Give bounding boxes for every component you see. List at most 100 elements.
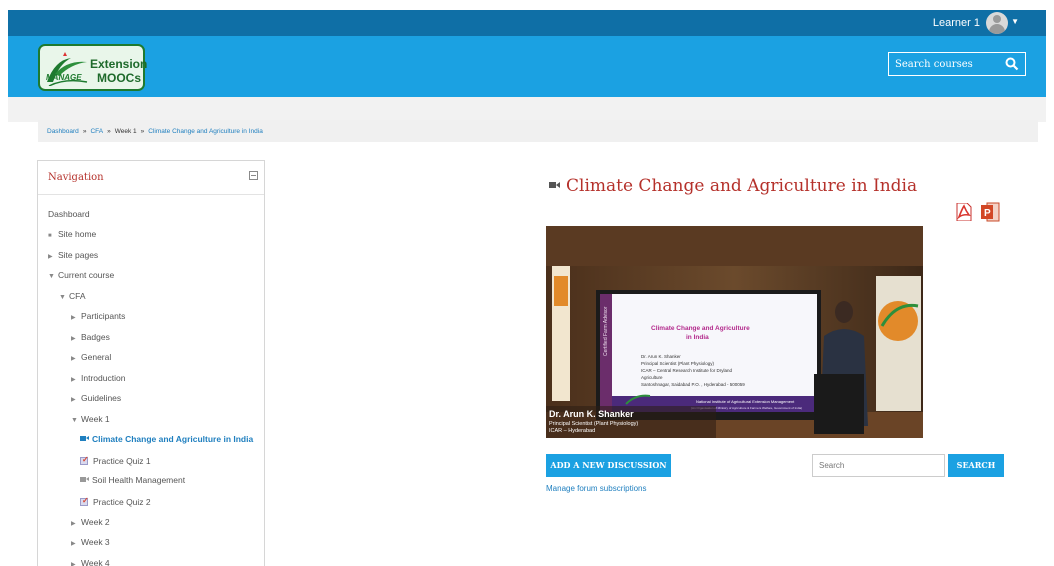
slide-footer-line1: National Institute of Agricultural Exten… xyxy=(696,399,795,404)
dock-block-icon[interactable] xyxy=(249,171,258,180)
course-search-input[interactable] xyxy=(889,53,999,75)
nav-item-week2[interactable]: ▶ Week 2 xyxy=(71,517,110,527)
nav-item-label: Participants xyxy=(81,311,126,321)
chevron-right-icon: ▶ xyxy=(71,562,76,566)
slide-body-line: Principal Scientist (Plant Physiology) xyxy=(641,361,715,366)
nav-item-dashboard[interactable]: Dashboard xyxy=(48,209,90,219)
nav-item-label: Guidelines xyxy=(81,393,122,403)
chevron-right-icon: ▶ xyxy=(71,315,76,321)
svg-text:P: P xyxy=(984,208,991,219)
banner-right xyxy=(876,276,921,411)
forum-search-input[interactable] xyxy=(812,454,945,477)
breadcrumb-separator: » xyxy=(82,128,87,135)
nav-item-label: Badges xyxy=(81,332,110,342)
chevron-right-icon: ▶ xyxy=(71,541,76,547)
nav-item-week1[interactable]: ▼ Week 1 xyxy=(71,414,110,424)
nav-item-label: CFA xyxy=(69,291,86,301)
lecture-video[interactable]: Certified Farm Advisor Climate Change an… xyxy=(546,226,923,438)
nav-item-practice-quiz-1[interactable]: ✓ Practice Quiz 1 xyxy=(80,455,151,466)
nav-item-site-home[interactable]: ■ Site home xyxy=(48,229,96,239)
nav-item-label: Week 1 xyxy=(81,414,110,424)
nav-item-week3[interactable]: ▶ Week 3 xyxy=(71,537,110,547)
nav-item-introduction[interactable]: ▶ Introduction xyxy=(71,373,125,383)
manage-subscriptions-link[interactable]: Manage forum subscriptions xyxy=(546,484,647,493)
nav-item-label: Week 4 xyxy=(81,558,110,566)
chevron-down-icon: ▼ xyxy=(48,273,55,280)
logo-wordmark: MANAGE xyxy=(46,73,82,82)
lower-third-line2: Principal Scientist (Plant Physiology) xyxy=(549,421,638,427)
nav-item-label: Dashboard xyxy=(48,209,90,219)
top-strip xyxy=(0,0,1054,10)
breadcrumb-item-current[interactable]: Climate Change and Agriculture in India xyxy=(148,128,263,135)
user-name[interactable]: Learner 1 xyxy=(933,17,980,29)
video-icon xyxy=(549,182,560,188)
slide-body-line: Dr. Arun K. Shanker xyxy=(641,354,681,359)
nav-item-label: Practice Quiz 2 xyxy=(93,497,151,507)
logo-text-moocs: MOOCs xyxy=(97,71,142,85)
site-logo[interactable]: Extension MOOCs MANAGE xyxy=(38,44,147,91)
breadcrumb-separator: » xyxy=(107,128,111,135)
search-icon[interactable] xyxy=(1005,57,1019,71)
nav-item-label: Introduction xyxy=(81,373,126,383)
breadcrumb-item-week1[interactable]: Week 1 xyxy=(115,128,137,135)
nav-item-label: Site pages xyxy=(58,250,99,260)
nav-item-label: Climate Change and Agriculture in India xyxy=(92,434,254,444)
nav-item-label: Current course xyxy=(58,270,115,280)
forum-search-button[interactable]: SEARCH xyxy=(948,454,1004,477)
quiz-icon: ✓ xyxy=(80,455,89,465)
nav-item-label: General xyxy=(81,352,112,362)
navigation-title: Navigation xyxy=(48,172,104,183)
page-title: Climate Change and Agriculture in India xyxy=(549,176,917,196)
navigation-header: Navigation xyxy=(38,161,264,195)
user-avatar-icon[interactable] xyxy=(986,12,1008,34)
nav-item-climate-change[interactable]: Climate Change and Agriculture in India xyxy=(80,434,253,444)
nav-item-practice-quiz-2[interactable]: ✓ Practice Quiz 2 xyxy=(80,496,151,507)
page-title-text: Climate Change and Agriculture in India xyxy=(566,176,918,196)
nav-item-week4[interactable]: ▶ Week 4 xyxy=(71,558,110,566)
nav-item-label: Week 3 xyxy=(81,537,110,547)
breadcrumb-item-dashboard[interactable]: Dashboard xyxy=(47,128,79,135)
lower-third-line3: ICAR – Hyderabad xyxy=(549,428,595,434)
chevron-right-icon: ▶ xyxy=(48,254,53,260)
nav-item-current-course[interactable]: ▼ Current course xyxy=(48,270,114,280)
breadcrumb-item-cfa[interactable]: CFA xyxy=(90,128,103,135)
slide-title-line2: in India xyxy=(686,334,709,341)
slide-body-line: Agriculture xyxy=(641,375,663,380)
banner-left xyxy=(552,266,570,401)
breadcrumb: Dashboard» CFA» Week 1» Climate Change and … xyxy=(38,120,1038,142)
lower-third-name: Dr. Arun K. Shanker xyxy=(549,409,634,419)
bullet-icon: ■ xyxy=(48,233,52,239)
pdf-icon[interactable] xyxy=(956,203,972,221)
add-discussion-button[interactable]: ADD A NEW DISCUSSION xyxy=(546,454,671,477)
video-icon xyxy=(80,436,89,441)
site-header: Extension MOOCs MANAGE xyxy=(8,36,1046,97)
nav-item-label: Site home xyxy=(58,229,97,239)
video-icon xyxy=(80,477,89,482)
chevron-right-icon: ▶ xyxy=(71,377,76,383)
navigation-block: Navigation Dashboard ■ Site home ▶ Site pa… xyxy=(37,160,265,566)
nav-item-badges[interactable]: ▶ Badges xyxy=(71,332,110,342)
nav-item-label: Week 2 xyxy=(81,517,110,527)
nav-item-site-pages[interactable]: ▶ Site pages xyxy=(48,250,98,260)
slide-body-line: ICAR – Central Research Institute for Dr… xyxy=(641,368,733,373)
course-search xyxy=(888,52,1026,76)
quiz-icon: ✓ xyxy=(80,496,89,506)
chevron-down-icon: ▼ xyxy=(59,294,66,301)
caret-down-icon[interactable]: ▼ xyxy=(1011,17,1019,26)
nav-item-guidelines[interactable]: ▶ Guidelines xyxy=(71,393,121,403)
slide-body-line: Santoshnagar, Saidabad P.O. , Hyderabad … xyxy=(641,382,745,387)
nav-item-label: Practice Quiz 1 xyxy=(93,456,151,466)
chevron-right-icon: ▶ xyxy=(71,356,76,362)
chevron-right-icon: ▶ xyxy=(71,336,76,342)
chevron-right-icon: ▶ xyxy=(71,521,76,527)
powerpoint-icon[interactable]: P xyxy=(981,202,1000,222)
nav-item-general[interactable]: ▶ General xyxy=(71,352,111,362)
header-spacer xyxy=(8,97,1046,122)
nav-item-label: Soil Health Management xyxy=(92,475,186,485)
chevron-down-icon: ▼ xyxy=(71,417,78,424)
slide-title-line1: Climate Change and Agriculture xyxy=(651,325,750,332)
nav-item-cfa[interactable]: ▼ CFA xyxy=(59,291,86,301)
breadcrumb-separator: » xyxy=(140,128,145,135)
nav-item-participants[interactable]: ▶ Participants xyxy=(71,311,125,321)
nav-item-soil-health[interactable]: Soil Health Management xyxy=(80,475,185,485)
